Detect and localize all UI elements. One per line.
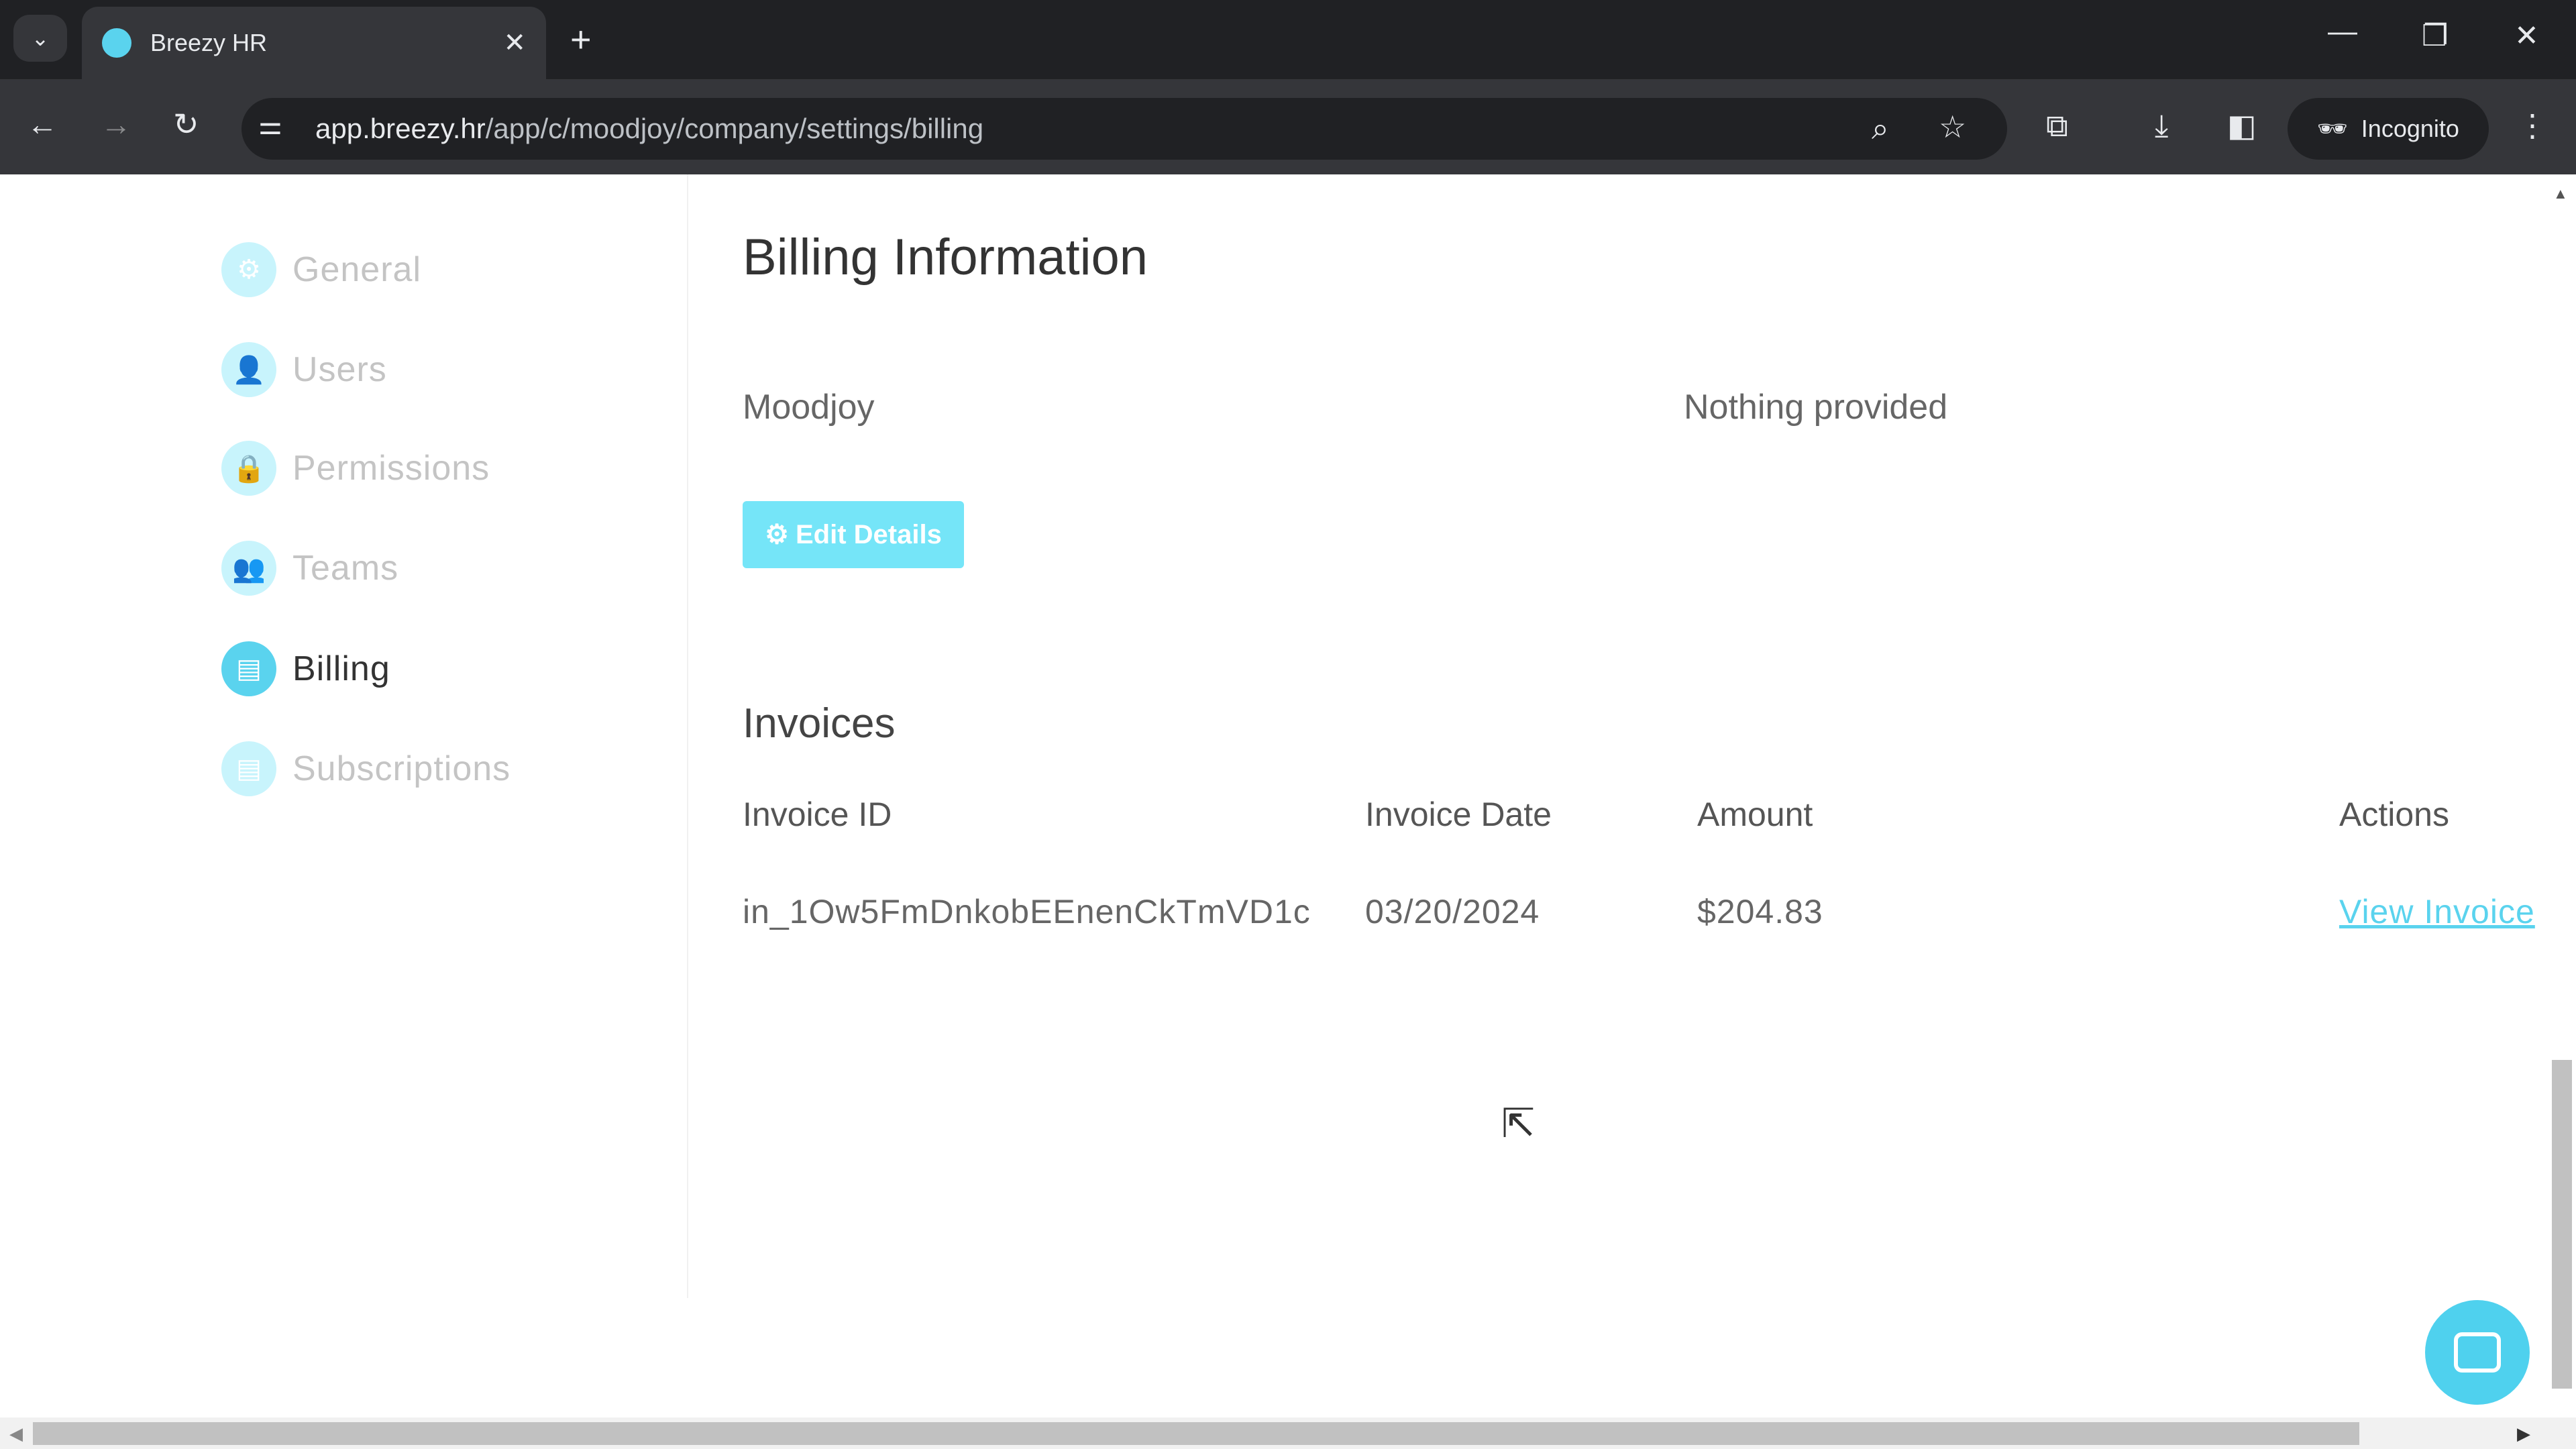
- header-amount: Amount: [1697, 796, 1813, 833]
- billing-address: Nothing provided: [1684, 388, 1948, 427]
- scroll-left-icon[interactable]: ◀: [9, 1424, 23, 1444]
- credit-card-icon: ▤: [221, 641, 276, 696]
- sidebar-divider: [687, 174, 688, 1298]
- edit-details-label: Edit Details: [796, 519, 942, 549]
- list-icon: ▤: [221, 741, 276, 796]
- reload-icon[interactable]: ↻: [173, 106, 199, 142]
- page-title: Billing Information: [743, 229, 1148, 286]
- sidebar-item-billing[interactable]: ▤ Billing: [221, 639, 390, 699]
- address-bar[interactable]: ⚌ app.breezy.hr/app/c/moodjoy/company/se…: [241, 98, 2007, 160]
- incognito-label: Incognito: [2361, 115, 2459, 142]
- view-invoice-link[interactable]: View Invoice: [2339, 892, 2535, 931]
- close-tab-icon[interactable]: ✕: [503, 28, 526, 58]
- side-panel-icon[interactable]: ◧: [2227, 107, 2256, 144]
- invoice-amount: $204.83: [1697, 893, 1823, 930]
- tab-breezy-hr[interactable]: Breezy HR ✕: [82, 7, 546, 79]
- scroll-up-icon[interactable]: ▲: [2553, 185, 2568, 203]
- invoices-title: Invoices: [743, 700, 896, 747]
- forward-icon: →: [101, 107, 131, 142]
- chat-icon: [2454, 1332, 2501, 1373]
- sidebar-item-general[interactable]: ⚙ General: [221, 239, 421, 300]
- chat-button[interactable]: [2425, 1300, 2530, 1405]
- minimize-icon[interactable]: —: [2328, 15, 2357, 48]
- sidebar-item-label: Subscriptions: [292, 749, 511, 788]
- site-info-icon[interactable]: ⚌: [258, 110, 282, 141]
- lock-icon: 🔒: [221, 441, 276, 496]
- bookmark-star-icon[interactable]: ☆: [1939, 109, 1966, 145]
- sidebar-item-users[interactable]: 👤 Users: [221, 339, 387, 400]
- tab-title: Breezy HR: [150, 29, 268, 56]
- sidebar-item-label: Permissions: [292, 449, 490, 488]
- sidebar-item-label: Billing: [292, 649, 390, 688]
- url-text: app.breezy.hr/app/c/moodjoy/company/sett…: [315, 113, 984, 144]
- restore-icon[interactable]: ❐: [2422, 19, 2448, 53]
- user-icon: 👤: [221, 342, 276, 397]
- invoice-id: in_1Ow5FmDnkobEEnenCkTmVD1c: [743, 893, 1311, 930]
- scroll-right-icon[interactable]: ▶: [2517, 1424, 2530, 1444]
- incognito-badge[interactable]: 🕶 Incognito: [2288, 98, 2489, 160]
- team-icon: 👥: [221, 541, 276, 596]
- zoom-icon[interactable]: ⌕: [1872, 110, 1889, 148]
- menu-icon[interactable]: ⋮: [2517, 107, 2548, 144]
- header-actions: Actions: [2339, 796, 2449, 833]
- sidebar-item-label: General: [292, 250, 421, 289]
- vertical-scroll-thumb[interactable]: [2552, 1060, 2572, 1389]
- company-name: Moodjoy: [743, 388, 875, 427]
- sidebar-item-subscriptions[interactable]: ▤ Subscriptions: [221, 739, 511, 799]
- invoice-date: 03/20/2024: [1365, 893, 1540, 930]
- gear-icon: ⚙: [221, 242, 276, 297]
- sidebar-item-permissions[interactable]: 🔒 Permissions: [221, 438, 490, 498]
- tab-strip: ⌄ Breezy HR ✕ + — ❐ ✕: [0, 0, 2576, 79]
- tab-search-button[interactable]: ⌄: [13, 15, 67, 62]
- mouse-cursor-icon: ⇱: [1501, 1101, 1536, 1146]
- header-invoice-id: Invoice ID: [743, 796, 892, 833]
- sidebar-item-label: Teams: [292, 549, 399, 588]
- sidebar-item-label: Users: [292, 350, 387, 389]
- header-invoice-date: Invoice Date: [1365, 796, 1552, 833]
- incognito-icon: 🕶: [2317, 115, 2348, 142]
- close-window-icon[interactable]: ✕: [2514, 19, 2539, 53]
- back-icon[interactable]: ←: [27, 106, 58, 142]
- extensions-icon[interactable]: ⧉: [2046, 107, 2068, 145]
- sidebar-item-teams[interactable]: 👥 Teams: [221, 538, 398, 598]
- horizontal-scroll-thumb[interactable]: [33, 1422, 2359, 1445]
- download-icon[interactable]: ⤓: [2155, 107, 2168, 145]
- new-tab-icon[interactable]: +: [570, 19, 592, 60]
- gear-icon: ⚙: [765, 520, 789, 549]
- breezy-favicon-icon: [102, 28, 131, 58]
- edit-details-button[interactable]: ⚙ Edit Details: [743, 501, 964, 568]
